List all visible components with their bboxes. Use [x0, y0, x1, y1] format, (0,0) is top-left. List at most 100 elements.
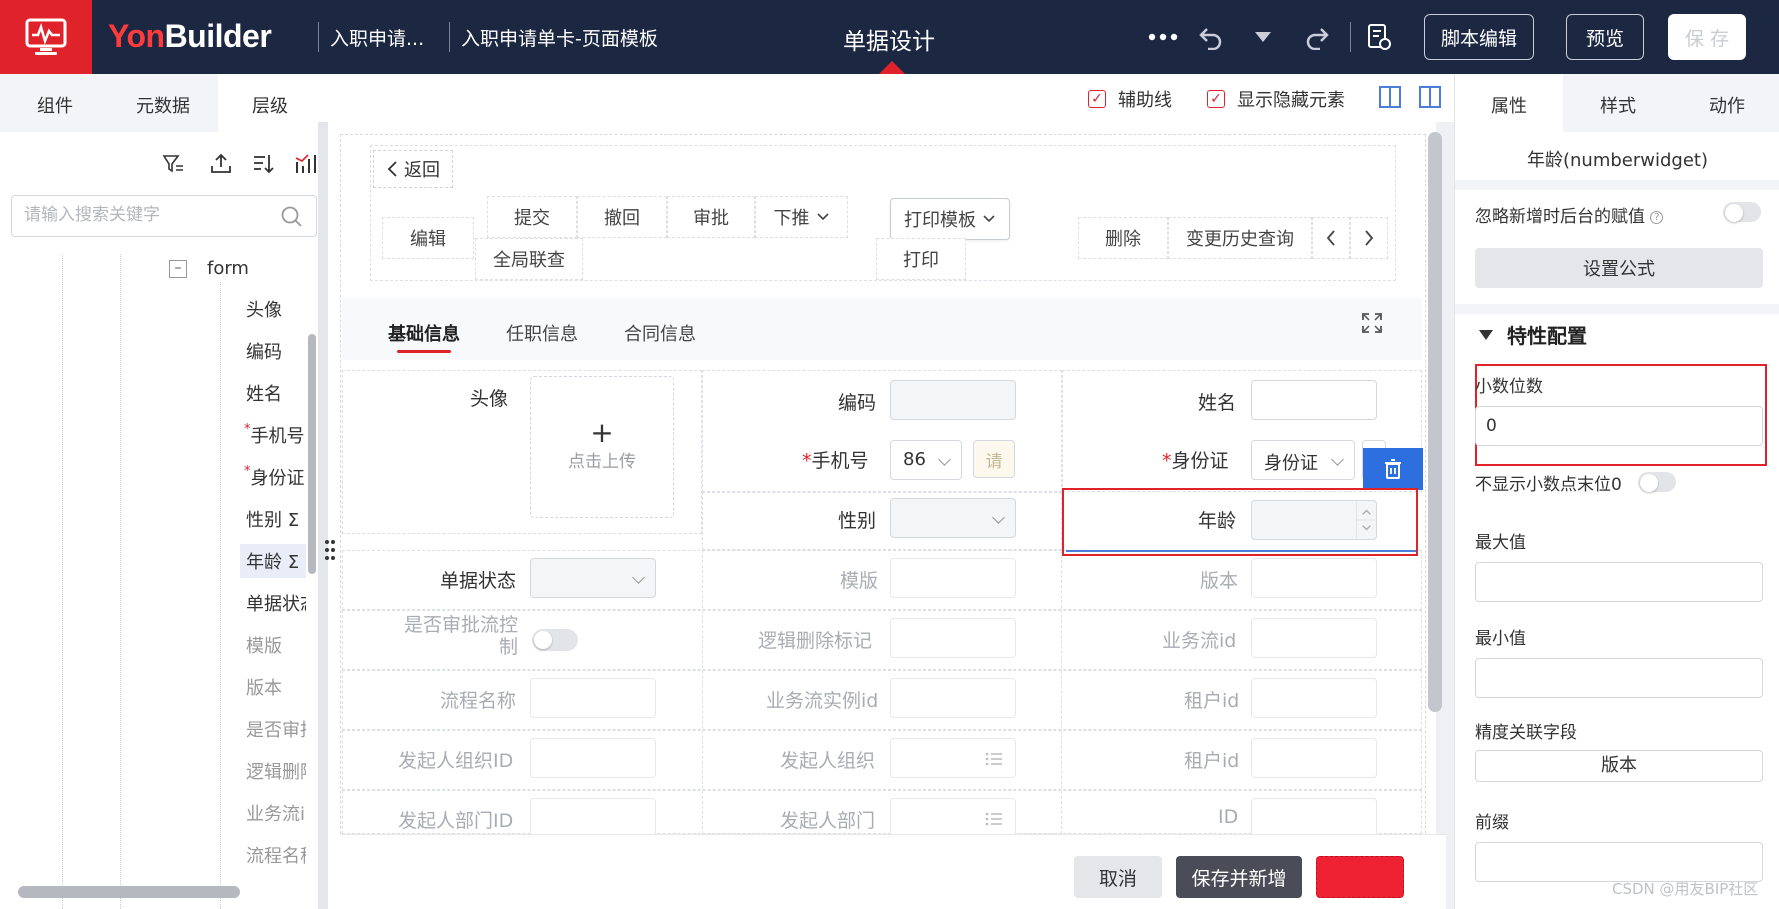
min-input[interactable]: [1475, 658, 1763, 698]
back-button[interactable]: 返回: [373, 150, 453, 188]
left-vertical-scrollbar[interactable]: [308, 334, 316, 574]
tree-collapse-toggle[interactable]: –: [169, 260, 187, 278]
age-input[interactable]: [1251, 500, 1377, 540]
redo-icon[interactable]: [1302, 20, 1332, 54]
logic-delete-input[interactable]: [890, 618, 1016, 658]
version-input[interactable]: [1251, 558, 1377, 598]
next-button[interactable]: [1350, 217, 1388, 259]
approval-toggle[interactable]: [532, 629, 578, 651]
biz-flow-instance-input[interactable]: [890, 678, 1016, 718]
initiator-org-ref[interactable]: [890, 738, 1016, 778]
tree-item[interactable]: 头像: [246, 296, 306, 322]
decimal-places-input[interactable]: 0: [1475, 406, 1763, 446]
preview-button[interactable]: 预览: [1566, 14, 1644, 60]
tab-properties[interactable]: 属性: [1491, 92, 1527, 118]
tree-item[interactable]: 年龄 Σ: [240, 544, 306, 578]
flow-name-input[interactable]: [530, 678, 656, 718]
ignore-default-toggle[interactable]: [1723, 202, 1761, 222]
gender-select[interactable]: [890, 498, 1016, 538]
layout-right-icon[interactable]: [1419, 86, 1441, 108]
approve-button[interactable]: 审批: [667, 196, 755, 238]
tab-contract-info[interactable]: 合同信息: [624, 320, 696, 346]
document-settings-icon[interactable]: [1364, 20, 1394, 54]
aux-lines-checkbox[interactable]: ✓ 辅助线: [1088, 86, 1172, 112]
initiator-dept-id-input[interactable]: [530, 798, 656, 838]
prefix-input[interactable]: [1475, 842, 1763, 882]
tab-style[interactable]: 样式: [1600, 92, 1636, 118]
chart-icon[interactable]: [293, 152, 317, 176]
filter-icon[interactable]: [161, 152, 185, 176]
tree-search-input[interactable]: [24, 205, 264, 225]
name-input[interactable]: [1251, 380, 1377, 420]
phone-country-select[interactable]: 86: [890, 440, 962, 480]
tree-item[interactable]: 性别 Σ: [246, 506, 306, 532]
search-icon[interactable]: [280, 205, 304, 229]
sort-icon[interactable]: [251, 152, 275, 176]
drag-handle-icon[interactable]: [324, 538, 336, 562]
tree-item[interactable]: 版本: [246, 674, 306, 700]
submit-button[interactable]: 提交: [487, 196, 577, 238]
print-button[interactable]: 打印: [876, 238, 966, 280]
tab-metadata[interactable]: 元数据: [136, 92, 190, 118]
feature-config-header[interactable]: 特性配置: [1479, 320, 1587, 349]
avatar-upload[interactable]: + 点击上传: [530, 376, 674, 518]
code-input[interactable]: [890, 380, 1016, 420]
template-input[interactable]: [890, 558, 1016, 598]
tree-item[interactable]: *身份证: [244, 464, 304, 490]
tab-hierarchy[interactable]: 层级: [252, 92, 288, 118]
withdraw-button[interactable]: 撤回: [577, 196, 667, 238]
initiator-dept-ref[interactable]: [890, 798, 1016, 838]
upload-icon[interactable]: [209, 152, 233, 176]
push-down-button[interactable]: 下推: [755, 196, 848, 238]
tree-item[interactable]: 姓名: [246, 380, 306, 406]
history-dropdown-icon[interactable]: [1250, 20, 1276, 54]
more-icon[interactable]: [1146, 20, 1180, 54]
list-icon[interactable]: [985, 751, 1003, 767]
undo-icon[interactable]: [1196, 20, 1226, 54]
tab-actions[interactable]: 动作: [1709, 92, 1745, 118]
list-icon[interactable]: [985, 811, 1003, 827]
delete-button[interactable]: 删除: [1078, 217, 1168, 259]
edit-button[interactable]: 编辑: [382, 217, 474, 259]
tree-item[interactable]: 流程名称: [246, 842, 306, 868]
script-edit-button[interactable]: 脚本编辑: [1424, 14, 1534, 60]
precision-field-select[interactable]: 版本: [1475, 750, 1763, 782]
tree-item[interactable]: *手机号: [244, 422, 304, 448]
delete-field-button[interactable]: [1363, 448, 1423, 490]
stepper-icon[interactable]: [1356, 502, 1376, 538]
left-horizontal-scrollbar[interactable]: [18, 886, 240, 898]
change-history-button[interactable]: 变更历史查询: [1168, 217, 1312, 259]
initiator-org-id-input[interactable]: [530, 738, 656, 778]
tree-root-form[interactable]: form: [207, 258, 249, 279]
tenant-id-2-input[interactable]: [1251, 738, 1377, 778]
tenant-id-input[interactable]: [1251, 678, 1377, 718]
cancel-button[interactable]: 取消: [1074, 856, 1162, 898]
app-logo[interactable]: [0, 0, 92, 74]
show-hidden-checkbox[interactable]: ✓ 显示隐藏元素: [1207, 86, 1345, 112]
tree-item[interactable]: 模版: [246, 632, 306, 658]
tab-basic-info[interactable]: 基础信息: [388, 320, 460, 346]
global-link-button[interactable]: 全局联查: [475, 238, 583, 280]
tree-search[interactable]: [11, 195, 317, 237]
tree-item[interactable]: 单据状态: [246, 590, 306, 616]
id-input[interactable]: [1251, 798, 1377, 838]
print-template-button[interactable]: 打印模板: [890, 198, 1010, 240]
phone-input[interactable]: 请: [973, 440, 1015, 478]
save-form-button[interactable]: [1316, 856, 1404, 898]
max-input[interactable]: [1475, 562, 1763, 602]
breadcrumb-page[interactable]: 入职申请单卡-页面模板: [461, 24, 658, 51]
prev-button[interactable]: [1312, 217, 1350, 259]
breadcrumb-app[interactable]: 入职申请...: [330, 24, 424, 51]
hide-trailing-zero-toggle[interactable]: [1638, 472, 1676, 492]
doc-status-select[interactable]: [530, 558, 656, 598]
tree-item[interactable]: 逻辑删除: [246, 758, 306, 784]
save-button[interactable]: 保 存: [1668, 14, 1746, 60]
tree-item[interactable]: 是否审批: [246, 716, 306, 742]
layout-left-icon[interactable]: [1379, 86, 1401, 108]
save-and-new-button[interactable]: 保存并新增: [1176, 856, 1302, 898]
biz-flow-id-input[interactable]: [1251, 618, 1377, 658]
tree-item[interactable]: 业务流id: [246, 800, 306, 826]
fullscreen-icon[interactable]: [1361, 312, 1383, 334]
idcard-type-select[interactable]: 身份证: [1251, 440, 1355, 480]
set-formula-button[interactable]: 设置公式: [1475, 248, 1763, 288]
